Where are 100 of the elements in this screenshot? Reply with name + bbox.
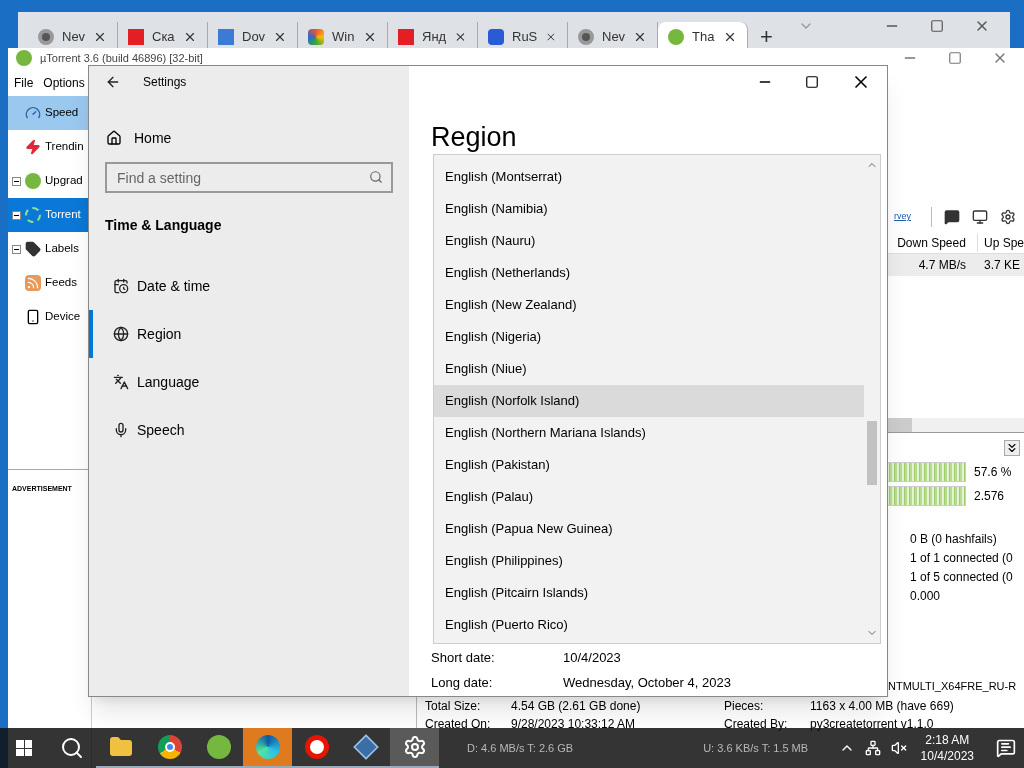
detail-label: Pieces: xyxy=(724,697,765,715)
windows-icon[interactable] xyxy=(16,740,32,756)
survey-link[interactable]: rvey xyxy=(894,210,911,224)
format-value: 10/4/2023 xyxy=(563,648,621,667)
section-title: Time & Language xyxy=(104,216,223,235)
column-header[interactable]: Up Spe xyxy=(978,233,1024,252)
bar-value: 2.576 xyxy=(974,488,1006,505)
window-title: Settings xyxy=(143,74,187,91)
expand-icon[interactable] xyxy=(12,176,21,186)
expand-icon[interactable] xyxy=(12,244,21,254)
dropdown-option[interactable]: English (Philippines) xyxy=(434,545,864,577)
sidebar-item[interactable]: Torrent xyxy=(8,198,91,232)
tag-icon xyxy=(25,241,41,257)
new-tab-button[interactable]: + xyxy=(760,26,773,48)
file-name: NTMULTI_X64FRE_RU-R xyxy=(888,679,1018,694)
search-icon[interactable] xyxy=(60,736,84,760)
dropdown-option[interactable]: English (Montserrat) xyxy=(434,161,864,193)
dropdown-option[interactable]: English (Pakistan) xyxy=(434,449,864,481)
menu-item[interactable]: Options xyxy=(43,74,85,92)
info-value: 1 of 5 connected (0 xyxy=(910,569,1014,586)
lightning-icon xyxy=(25,139,41,155)
notification-icon[interactable] xyxy=(996,738,1016,758)
tab-title: Dov xyxy=(242,28,266,47)
folder-icon xyxy=(108,735,133,759)
detail-value: 9/28/2023 10:33:12 AM xyxy=(511,715,637,733)
sidebar-item[interactable]: Speed xyxy=(8,96,91,130)
microphone-icon xyxy=(113,422,129,438)
calendar-clock-icon xyxy=(113,278,129,294)
back-icon[interactable] xyxy=(105,74,121,90)
settings-icon xyxy=(402,735,427,759)
tab-title: Nev xyxy=(602,28,626,47)
close-icon[interactable] xyxy=(723,30,737,44)
status-text: D: 4.6 MB/s T: 2.6 GB xyxy=(467,740,574,756)
utorrent-icon xyxy=(16,50,32,66)
tab-title: RuS xyxy=(512,28,538,47)
detail-label: Created On: xyxy=(425,715,492,733)
utorrent-icon xyxy=(668,29,684,45)
dropdown-option[interactable]: English (Niue) xyxy=(434,353,864,385)
dropdown-option[interactable]: English (Northern Mariana Islands) xyxy=(434,417,864,449)
chat-icon[interactable] xyxy=(944,209,960,225)
close-icon[interactable] xyxy=(93,30,107,44)
sidebar-item[interactable]: Labels xyxy=(8,232,91,266)
maximize-icon[interactable] xyxy=(805,75,819,89)
bar-value: 57.6 % xyxy=(974,464,1013,481)
monitor-icon[interactable] xyxy=(972,209,988,225)
taskbar-app[interactable] xyxy=(390,728,439,768)
dropdown-option[interactable]: English (New Zealand) xyxy=(434,289,864,321)
app-icon xyxy=(488,29,504,45)
dropdown-option[interactable]: English (Palau) xyxy=(434,481,864,513)
close-icon[interactable] xyxy=(273,30,287,44)
format-label: Long date: xyxy=(431,673,494,692)
close-icon[interactable] xyxy=(633,30,647,44)
utorrent-icon xyxy=(206,735,231,759)
status-text: U: 3.6 KB/s T: 1.5 MB xyxy=(703,740,809,756)
home-icon xyxy=(106,130,122,146)
close-icon[interactable] xyxy=(363,30,377,44)
tab-title: Ска xyxy=(152,28,175,47)
scrollbar-thumb[interactable] xyxy=(888,418,912,432)
dropdown-option[interactable]: English (Netherlands) xyxy=(434,257,864,289)
expand-icon[interactable] xyxy=(12,210,21,220)
rss-icon xyxy=(25,275,41,291)
nav-item[interactable]: Date & time xyxy=(89,262,409,310)
torrents-icon xyxy=(25,207,41,223)
dropdown-option[interactable]: English (Namibia) xyxy=(434,193,864,225)
chrome-icon xyxy=(578,29,594,45)
dropdown-option[interactable]: English (Pitcairn Islands) xyxy=(434,577,864,609)
chevrons-down-icon[interactable] xyxy=(1004,439,1020,456)
close-icon[interactable] xyxy=(183,30,197,44)
detail-label: Created By: xyxy=(724,715,789,733)
dropdown-option[interactable]: English (Norfolk Island) xyxy=(434,385,864,417)
sidebar-item[interactable]: Trendin xyxy=(8,130,91,164)
network-icon[interactable] xyxy=(864,740,881,756)
search-field[interactable]: Find a setting xyxy=(105,162,393,193)
sidebar-item[interactable]: Upgrad xyxy=(8,164,91,198)
clock[interactable]: 2:18 AM 10/4/2023 xyxy=(916,732,978,764)
nav-item[interactable]: Speech xyxy=(89,406,409,454)
detail-value: py3createtorrent v1.1.0 xyxy=(810,715,934,733)
volume-muted-icon[interactable] xyxy=(890,740,907,756)
dropdown-option[interactable]: English (Papua New Guinea) xyxy=(434,513,864,545)
settings-icon[interactable] xyxy=(1000,209,1016,225)
chrome-icon xyxy=(157,735,182,759)
edge-icon xyxy=(255,735,280,759)
dropdown-option[interactable]: English (Nauru) xyxy=(434,225,864,257)
nav-item[interactable]: Language xyxy=(89,358,409,406)
page-heading: Region xyxy=(431,121,518,154)
scrollbar-thumb[interactable] xyxy=(867,421,877,485)
yandex-icon xyxy=(304,735,329,759)
home-item[interactable]: Home xyxy=(89,123,409,153)
dropdown-option[interactable]: English (Nigeria) xyxy=(434,321,864,353)
dropdown-option[interactable]: English (Puerto Rico) xyxy=(434,609,864,641)
sidebar-item[interactable]: Device xyxy=(8,300,91,334)
format-label: Short date: xyxy=(431,648,496,667)
menu-item[interactable]: File xyxy=(14,74,34,92)
region-dropdown-list[interactable] xyxy=(433,154,881,644)
close-icon[interactable] xyxy=(545,30,557,44)
gauge-icon xyxy=(25,105,41,121)
sidebar-item[interactable]: Feeds xyxy=(8,266,91,300)
info-value: 0 B (0 hashfails) xyxy=(910,531,998,548)
table-cell-text: 4.7 MB/s xyxy=(917,257,967,274)
window-title: µTorrent 3.6 (build 46896) [32-bit] xyxy=(40,50,203,66)
